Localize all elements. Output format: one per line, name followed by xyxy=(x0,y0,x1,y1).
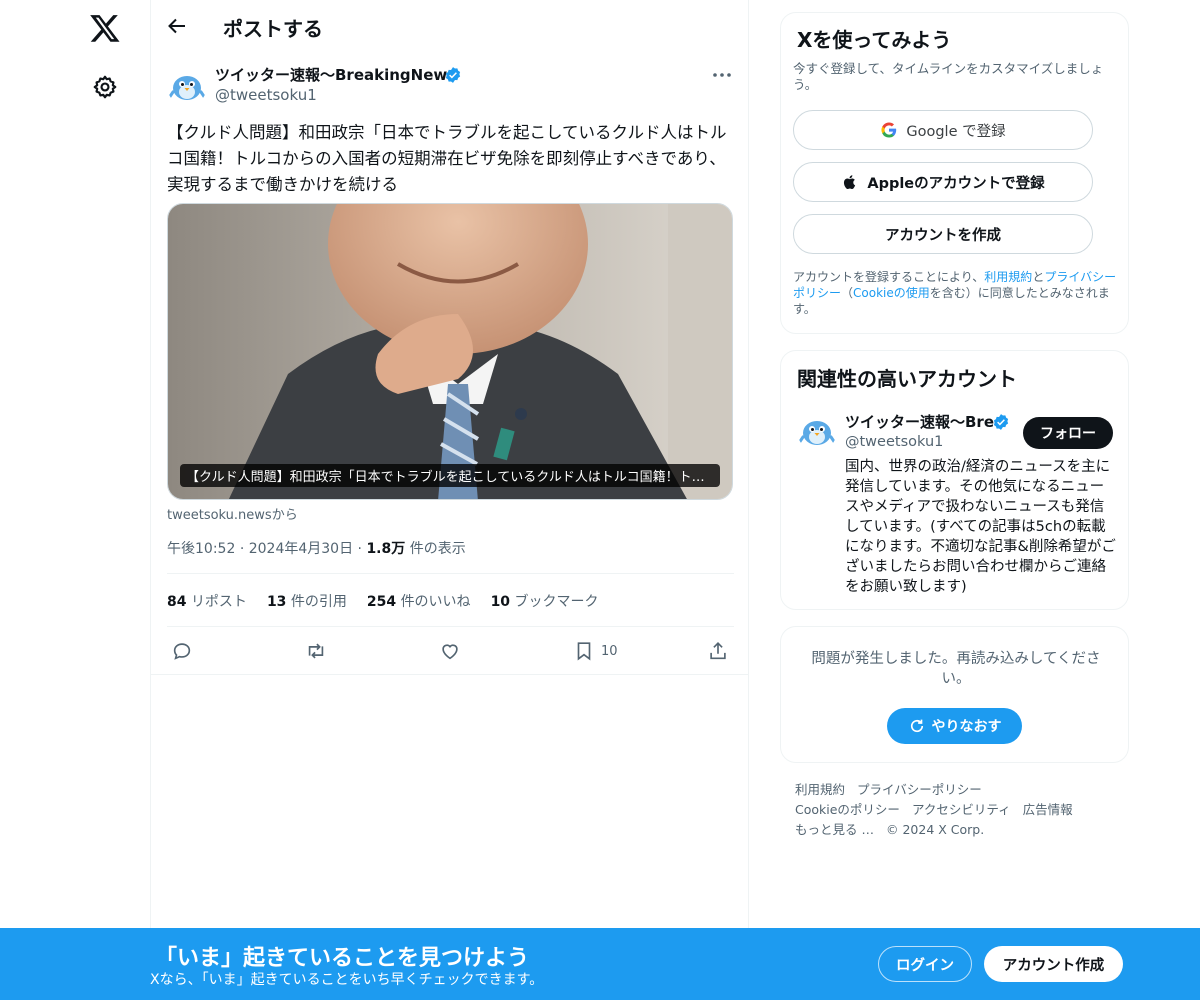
refresh-icon xyxy=(910,719,923,733)
create-account-label: アカウントを作成 xyxy=(885,227,1001,244)
error-message: 問題が発生しました。再読み込みしてください。 xyxy=(811,651,1101,687)
apple-signup-label: Appleのアカウントで登録 xyxy=(867,175,1045,192)
bookmarks-stat[interactable]: 10 ブックマーク xyxy=(491,591,599,611)
related-accounts-card: 関連性の高いアカウント ツイッター速報〜Bre @tweetsoku1 フォロー… xyxy=(780,350,1129,610)
reply-icon xyxy=(173,643,191,660)
terms-text: （ xyxy=(841,286,854,300)
post-meta: 午後10:52 · 2024年4月30日 · 1.8万 件の表示 xyxy=(167,538,466,558)
link-card-image[interactable]: 【クルド人問題】和田政宗「日本でトラブルを起こしているクルド人はトルコ国籍！トル… xyxy=(167,203,733,500)
terms-link[interactable]: 利用規約 xyxy=(984,270,1032,284)
footer-more-link[interactable]: もっと見る … xyxy=(795,822,874,837)
quotes-stat[interactable]: 13 件の引用 xyxy=(267,591,347,611)
footer-privacy-link[interactable]: プライバシーポリシー xyxy=(857,782,982,797)
footer-terms-link[interactable]: 利用規約 xyxy=(795,782,845,797)
signup-banner: 「いま」起きていることを見つけよう Xなら、「いま」起きていることをいち早くチェ… xyxy=(0,928,1200,1000)
bookmark-icon xyxy=(577,642,591,661)
related-title: 関連性の高いアカウント xyxy=(797,367,1017,391)
page-title: ポストする xyxy=(223,17,323,41)
footer-links: 利用規約 プライバシーポリシー Cookieのポリシー アクセシビリティ 広告情報 も… xyxy=(795,780,1125,840)
post-stats: 84 リポスト 13 件の引用 254 件のいいね 10 ブックマーク xyxy=(167,591,599,611)
left-nav xyxy=(0,0,150,1000)
share-icon xyxy=(710,642,726,660)
retry-label: やりなおす xyxy=(931,719,1002,735)
follow-button[interactable]: フォロー xyxy=(1023,417,1113,449)
apple-signup-button[interactable]: Appleのアカウントで登録 xyxy=(793,162,1093,202)
retry-button[interactable]: やりなおす xyxy=(887,708,1022,744)
terms-text: アカウントを登録することにより、 xyxy=(793,270,985,284)
post-date[interactable]: 2024年4月30日 xyxy=(249,541,353,557)
gear-icon[interactable] xyxy=(92,74,118,100)
footer-cookie-link[interactable]: Cookieのポリシー xyxy=(795,802,900,817)
avatar[interactable] xyxy=(797,411,837,451)
related-account-bio: 国内、世界の政治/経済のニュースを主に発信しています。その他気になるニュースやメ… xyxy=(845,459,1116,595)
related-account-handle[interactable]: @tweetsoku1 xyxy=(845,434,943,450)
avatar[interactable] xyxy=(167,66,207,106)
google-signup-button[interactable]: Google で登録 xyxy=(793,110,1093,150)
views-count: 1.8万 xyxy=(366,541,406,557)
divider xyxy=(151,674,749,675)
verified-icon xyxy=(445,67,461,83)
reposts-stat[interactable]: 84 リポスト xyxy=(167,591,247,611)
like-button[interactable] xyxy=(439,638,461,664)
like-icon xyxy=(442,644,458,660)
bookmark-count: 10 xyxy=(601,643,618,659)
back-arrow-icon[interactable] xyxy=(165,14,189,38)
related-account-name[interactable]: ツイッター速報〜Bre xyxy=(845,411,994,432)
post-author: ツイッター速報〜BreakingNews @tweetsoku1 xyxy=(167,62,734,106)
views-label: 件の表示 xyxy=(409,541,466,557)
google-signup-label: Google で登録 xyxy=(906,123,1006,140)
post-column: ポストする ツイッター速報〜BreakingNews @tweetsoku1 【… xyxy=(150,0,749,1000)
banner-subtitle: Xなら、「いま」起きていることをいち早くチェックできます。 xyxy=(150,972,544,988)
author-handle[interactable]: @tweetsoku1 xyxy=(215,86,317,104)
likes-stat[interactable]: 254 件のいいね xyxy=(367,591,471,611)
copyright: © 2024 X Corp. xyxy=(885,822,985,837)
x-logo-icon[interactable] xyxy=(89,12,121,44)
share-button[interactable] xyxy=(707,638,729,664)
verified-icon xyxy=(993,414,1009,430)
divider xyxy=(167,573,734,574)
banner-create-account-button[interactable]: アカウント作成 xyxy=(984,946,1123,982)
signup-subtitle: 今すぐ登録して、タイムラインをカスタマイズしましょう。 xyxy=(793,61,1104,92)
repost-icon xyxy=(308,643,324,659)
post-text: 【クルド人問題】和田政宗「日本でトラブルを起こしているクルド人はトルコ国籍！トル… xyxy=(167,123,727,194)
reply-button[interactable] xyxy=(171,638,193,664)
bookmark-button[interactable]: 10 xyxy=(573,638,618,664)
apple-icon xyxy=(844,175,856,189)
more-icon[interactable] xyxy=(710,66,734,84)
signup-terms: アカウントを登録することにより、利用規約とプライバシーポリシー（Cookieの使… xyxy=(793,269,1121,317)
google-icon xyxy=(881,122,897,138)
error-card: 問題が発生しました。再読み込みしてください。 やりなおす xyxy=(780,626,1129,763)
signup-title: Xを使ってみよう xyxy=(797,28,952,52)
create-account-button[interactable]: アカウントを作成 xyxy=(793,214,1093,254)
terms-text: と xyxy=(1032,270,1045,284)
link-source[interactable]: tweetsoku.newsから xyxy=(167,504,298,523)
footer-ads-link[interactable]: 広告情報 xyxy=(1023,802,1073,817)
article-photo xyxy=(168,204,732,499)
signup-card: Xを使ってみよう 今すぐ登録して、タイムラインをカスタマイズしましょう。 Goo… xyxy=(780,12,1129,334)
post-time[interactable]: 午後10:52 xyxy=(167,541,235,557)
footer-accessibility-link[interactable]: アクセシビリティ xyxy=(912,802,1011,817)
meta-separator: · xyxy=(239,541,249,557)
post-actions: 10 xyxy=(167,638,734,666)
banner-title: 「いま」起きていることを見つけよう xyxy=(155,946,530,971)
repost-button[interactable] xyxy=(305,638,327,664)
link-card-title: 【クルド人問題】和田政宗「日本でトラブルを起こしているクルド人はトルコ国籍！トル… xyxy=(180,464,720,487)
post-header: ポストする xyxy=(151,0,749,53)
divider xyxy=(167,626,734,627)
login-button[interactable]: ログイン xyxy=(878,946,972,982)
cookie-link[interactable]: Cookieの使用 xyxy=(853,286,930,300)
author-name[interactable]: ツイッター速報〜BreakingNews xyxy=(215,64,456,85)
